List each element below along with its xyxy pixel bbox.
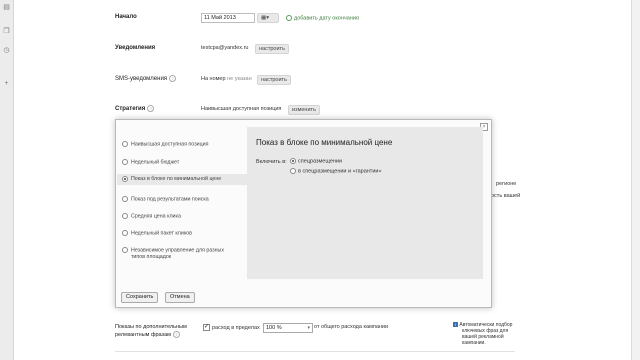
panel-title: Показ в блоке по минимальной цене [256,138,393,147]
extra-phrases-info: i Автоматически подбор ключевых фраз для… [453,322,512,346]
scrollbar[interactable] [631,0,640,360]
add-icon[interactable]: + [3,80,10,87]
chevron-down-icon: ▾ [307,325,310,331]
sms-label: SMS-уведомления? [115,75,177,83]
strategy-option-highest[interactable]: Наивысшая доступная позиция [122,141,242,148]
strategy-option-label: Показ под результатами поиска [131,196,209,203]
strategy-value: Наивысшая доступная позиция [201,106,282,112]
browser-sidebar: ▤ ❐ ◷ + [0,0,14,360]
strategy-dialog: × Наивысшая доступная позиция Недельный … [115,119,492,308]
help-icon[interactable]: ? [172,331,180,339]
help-icon[interactable]: ? [147,105,155,112]
include-label: Включить в: [256,159,287,165]
strategy-option-label-cont: типов площадок [131,254,172,261]
notifications-label: Уведомления [115,45,156,51]
sms-value-prefix: На номер [201,76,226,82]
strategy-option-label: Независимое управление для разных [131,247,225,254]
strategy-option-label: Средняя цена клика [131,213,181,220]
radio-icon[interactable] [122,230,128,236]
strategy-label: Стратегия? [115,105,155,113]
checkbox-icon[interactable] [203,323,210,331]
extra-phrases-label: Показы по дополнительным релевантным фраз… [115,323,187,339]
sms-configure-button[interactable]: настроить [257,75,291,85]
strategy-settings-panel: Показ в блоке по минимальной цене Включи… [247,127,483,279]
radio-icon[interactable] [122,141,128,147]
extra-phrases-checkbox-row[interactable]: расход в пределах [203,323,260,331]
help-icon[interactable]: ? [169,75,177,82]
include-option-label: спецразмещении [298,158,343,165]
add-end-date-link[interactable]: добавить дату окончания [286,15,359,21]
sms-value-muted: не указан [227,76,252,82]
radio-icon[interactable] [290,158,296,164]
strategy-option-label: Наивысшая доступная позиция [131,141,209,148]
strategy-label-text: Стратегия [115,106,146,113]
info-line-4: кампании. [462,340,486,346]
clock-icon[interactable]: ◷ [3,47,10,54]
strategy-option-independent[interactable]: Независимое управление для разных типов п… [122,247,242,261]
radio-icon[interactable] [122,247,128,253]
right-fragment-1: регионе [496,181,517,187]
include-option-special-guarantee[interactable]: в спецразмещении и «гарантии» [290,168,382,174]
notifications-email: testcpa@yandex.ru [201,45,249,51]
divider [115,351,515,352]
radio-icon[interactable] [122,213,128,219]
notifications-configure-button[interactable]: настроить [255,44,289,54]
start-label: Начало [115,14,137,20]
strategy-option-label: Показ в блоке по минимальной цене [131,176,222,182]
strategy-option-avg-cpc[interactable]: Средняя цена клика [122,213,242,220]
sms-value: На номер не указан [201,76,252,82]
add-end-date-label: добавить дату окончания [294,15,359,22]
sms-label-text: SMS-уведомления [115,76,168,83]
percent-value: 100 % [266,325,282,331]
save-button[interactable]: Сохранить [121,292,159,303]
page-icon[interactable]: ▤ [3,4,10,11]
radio-icon[interactable] [290,168,296,174]
strategy-option-label: Недельный бюджет [131,159,180,166]
radio-icon[interactable] [122,159,128,165]
cancel-button[interactable]: Отмена [165,292,195,303]
strategy-option-weekly-budget[interactable]: Недельный бюджет [122,159,242,166]
radio-icon[interactable] [122,175,128,182]
strategy-change-button[interactable]: изменить [288,105,320,115]
strategy-option-below-results[interactable]: Показ под результатами поиска [122,196,242,203]
percent-select[interactable]: 100 % ▾ [263,323,313,333]
include-option-special[interactable]: спецразмещении [290,158,342,164]
circle-icon [286,15,292,21]
radio-icon[interactable] [122,196,128,202]
calendar-button[interactable]: ▦▾ [257,13,279,23]
extra-phrases-checkbox-label: расход в пределах [212,324,260,331]
extra-phrases-label-line1: Показы по дополнительным [115,324,187,330]
extra-phrases-suffix: от общего расхода кампании [314,324,389,330]
include-option-label: в спецразмещении и «гарантии» [298,168,382,175]
start-date-field[interactable]: 11 Май 2013 [201,13,255,23]
strategy-option-label: Недельный пакет кликов [131,230,192,237]
bookmark-icon[interactable]: ❐ [3,28,10,35]
strategy-option-min-price[interactable]: Показ в блоке по минимальной цене [117,174,247,185]
right-fragment-2: ость вашей [491,193,521,199]
extra-phrases-label-line2: релевантным фразам [115,332,171,338]
strategy-option-weekly-clicks[interactable]: Недельный пакет кликов [122,230,242,237]
info-icon: i [453,322,458,327]
